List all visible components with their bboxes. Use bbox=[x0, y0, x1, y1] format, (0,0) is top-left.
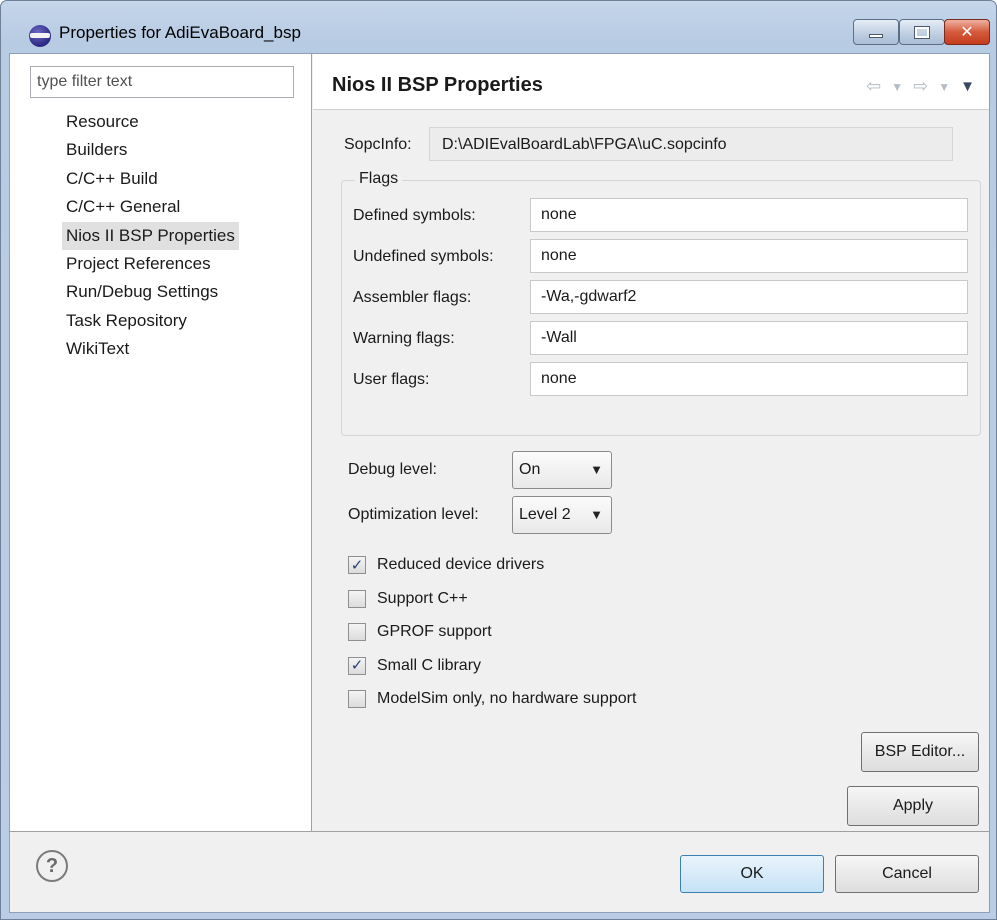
close-icon: ✕ bbox=[960, 24, 974, 41]
checkbox-label: ModelSim only, no hardware support bbox=[377, 690, 637, 707]
history-controls: ⇦ ▼ ⇨ ▼ ▼ bbox=[866, 76, 975, 97]
sidebar-item-builders[interactable]: Builders bbox=[62, 136, 239, 164]
title-bar[interactable]: Properties for AdiEvaBoard_bsp ✕ bbox=[1, 1, 996, 47]
sidebar-item-c-c-build[interactable]: C/C++ Build bbox=[62, 165, 239, 193]
window-title: Properties for AdiEvaBoard_bsp bbox=[59, 23, 301, 42]
flag-row-defined-symbols: Defined symbols: bbox=[353, 198, 973, 234]
defined-symbols-field[interactable] bbox=[530, 198, 968, 232]
help-icon[interactable]: ? bbox=[36, 850, 68, 882]
back-arrow-icon[interactable]: ⇦ bbox=[866, 76, 881, 97]
ok-button[interactable]: OK bbox=[680, 855, 824, 893]
check-icon: ✓ bbox=[350, 657, 364, 674]
flags-group-legend: Flags bbox=[355, 170, 403, 188]
chevron-down-icon: ▼ bbox=[590, 507, 603, 522]
maximize-button[interactable] bbox=[899, 19, 945, 45]
flag-row-assembler-flags: Assembler flags: bbox=[353, 280, 973, 316]
sidebar-item-resource[interactable]: Resource bbox=[62, 108, 239, 136]
checkbox-support-c[interactable] bbox=[348, 589, 366, 608]
undefined-symbols-label: Undefined symbols: bbox=[353, 248, 494, 265]
defined-symbols-label: Defined symbols: bbox=[353, 207, 476, 224]
apply-button[interactable]: Apply bbox=[847, 786, 979, 826]
sopcinfo-field: D:\ADIEvalBoardLab\FPGA\uC.sopcinfo bbox=[429, 127, 953, 161]
chevron-down-icon: ▼ bbox=[590, 462, 603, 477]
forward-dropdown-icon[interactable]: ▼ bbox=[938, 80, 950, 94]
property-page: Nios II BSP Properties ⇦ ▼ ⇨ ▼ ▼ SopcInf… bbox=[313, 54, 989, 831]
dialog-client-area: ResourceBuildersC/C++ BuildC/C++ General… bbox=[9, 53, 990, 913]
back-dropdown-icon[interactable]: ▼ bbox=[891, 80, 903, 94]
checkbox-label: GPROF support bbox=[377, 623, 492, 640]
sopcinfo-label: SopcInfo: bbox=[344, 136, 412, 153]
view-menu-icon[interactable]: ▼ bbox=[960, 78, 975, 95]
optimization-level-label: Optimization level: bbox=[348, 506, 479, 523]
dialog-footer: ? OK Cancel bbox=[10, 831, 989, 912]
warning-flags-field[interactable] bbox=[530, 321, 968, 355]
debug-level-row: Debug level: On ▼ bbox=[348, 451, 618, 489]
minimize-icon bbox=[869, 34, 883, 38]
checkbox-reduced-device-drivers[interactable]: ✓ bbox=[348, 556, 366, 574]
filter-input[interactable] bbox=[30, 66, 294, 98]
forward-arrow-icon[interactable]: ⇨ bbox=[913, 76, 928, 97]
assembler-flags-label: Assembler flags: bbox=[353, 289, 472, 306]
checkbox-modelsim-only-no-hardware-support[interactable] bbox=[348, 690, 366, 708]
sidebar-item-nios-ii-bsp-properties[interactable]: Nios II BSP Properties bbox=[62, 221, 239, 250]
checkbox-row-support-c[interactable]: Support C++ bbox=[348, 584, 468, 614]
page-header: Nios II BSP Properties ⇦ ▼ ⇨ ▼ ▼ bbox=[313, 54, 989, 110]
bsp-editor-button[interactable]: BSP Editor... bbox=[861, 732, 979, 772]
maximize-icon bbox=[914, 25, 930, 39]
properties-dialog: Properties for AdiEvaBoard_bsp ✕ Resourc… bbox=[0, 0, 997, 920]
checkbox-label: Support C++ bbox=[377, 589, 468, 607]
user-flags-field[interactable] bbox=[530, 362, 968, 396]
checkbox-row-modelsim-only-no-hardware-support[interactable]: ModelSim only, no hardware support bbox=[348, 684, 636, 714]
checkbox-row-gprof-support[interactable]: GPROF support bbox=[348, 617, 492, 647]
sidebar-item-project-references[interactable]: Project References bbox=[62, 250, 239, 278]
debug-level-label: Debug level: bbox=[348, 461, 437, 478]
sidebar-item-c-c-general[interactable]: C/C++ General bbox=[62, 193, 239, 221]
optimization-level-row: Optimization level: Level 2 ▼ bbox=[348, 496, 618, 534]
checkbox-row-reduced-device-drivers[interactable]: ✓ Reduced device drivers bbox=[348, 550, 544, 580]
flag-row-user-flags: User flags: bbox=[353, 362, 973, 398]
sidebar-item-wikitext[interactable]: WikiText bbox=[62, 335, 239, 363]
user-flags-label: User flags: bbox=[353, 371, 430, 388]
checkbox-gprof-support[interactable] bbox=[348, 623, 366, 641]
page-title: Nios II BSP Properties bbox=[332, 74, 543, 96]
optimization-level-value: Level 2 bbox=[519, 506, 571, 523]
debug-level-value: On bbox=[519, 461, 541, 478]
minimize-button[interactable] bbox=[853, 19, 899, 45]
property-nav-list: Resource Builders C/C++ Build C/C++ General… bbox=[62, 108, 239, 364]
checkbox-row-small-c-library[interactable]: ✓ Small C library bbox=[348, 651, 481, 681]
flag-row-warning-flags: Warning flags: bbox=[353, 321, 973, 357]
flag-row-undefined-symbols: Undefined symbols: bbox=[353, 239, 973, 275]
optimization-level-select[interactable]: Level 2 ▼ bbox=[512, 496, 612, 534]
property-nav-pane: ResourceBuildersC/C++ BuildC/C++ General… bbox=[10, 54, 312, 831]
cancel-button[interactable]: Cancel bbox=[835, 855, 979, 893]
warning-flags-label: Warning flags: bbox=[353, 330, 455, 347]
sidebar-item-run-debug-settings[interactable]: Run/Debug Settings bbox=[62, 278, 239, 306]
checkbox-small-c-library[interactable]: ✓ bbox=[348, 656, 366, 675]
sidebar-item-task-repository[interactable]: Task Repository bbox=[62, 307, 239, 335]
debug-level-select[interactable]: On ▼ bbox=[512, 451, 612, 489]
checkbox-label: Small C library bbox=[377, 656, 482, 674]
checkbox-label: Reduced device drivers bbox=[377, 556, 545, 573]
eclipse-icon bbox=[29, 25, 51, 47]
assembler-flags-field[interactable] bbox=[530, 280, 968, 314]
check-icon: ✓ bbox=[350, 556, 364, 574]
undefined-symbols-field[interactable] bbox=[530, 239, 968, 273]
close-button[interactable]: ✕ bbox=[944, 19, 990, 45]
